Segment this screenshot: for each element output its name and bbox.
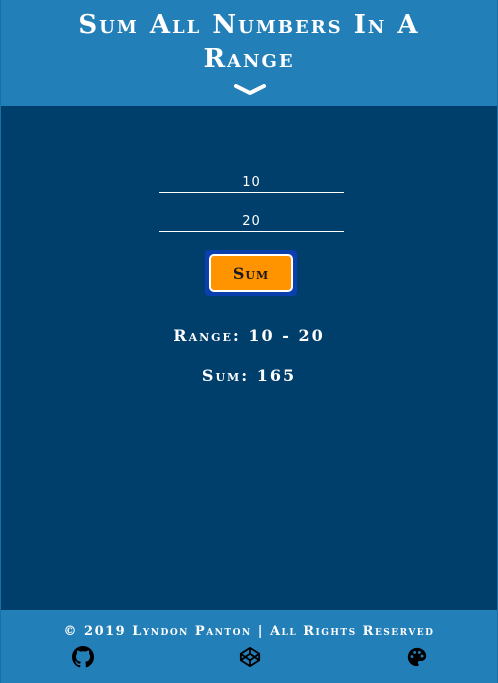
github-icon[interactable]: [72, 646, 94, 668]
range-start-input[interactable]: [159, 173, 344, 193]
page-footer: © 2019 Lyndon Panton | All Rights Reserv…: [1, 610, 497, 683]
palette-icon[interactable]: [406, 646, 428, 668]
app-frame: Sum All Numbers In A Range Sum Range: 10…: [0, 0, 498, 683]
calculator-panel: Sum Range: 10 - 20 Sum: 165: [1, 106, 497, 610]
codepen-icon[interactable]: [239, 646, 261, 668]
copyright-text: © 2019 Lyndon Panton | All Rights Reserv…: [63, 624, 435, 639]
sum-button-focus-ring: Sum: [205, 250, 297, 296]
page-header: Sum All Numbers In A Range: [1, 0, 497, 106]
sum-button[interactable]: Sum: [209, 254, 293, 292]
chevron-down-icon[interactable]: [233, 84, 267, 96]
sum-result: Sum: 165: [201, 366, 297, 385]
range-result: Range: 10 - 20: [173, 326, 325, 345]
range-end-input[interactable]: [159, 212, 344, 232]
page-title: Sum All Numbers In A Range: [78, 10, 420, 74]
